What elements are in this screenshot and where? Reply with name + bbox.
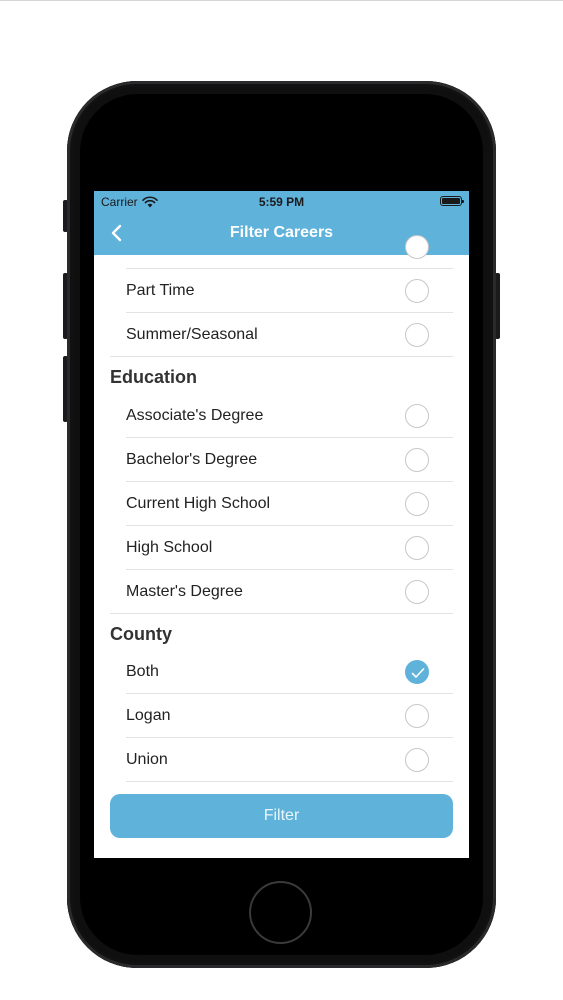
filter-button[interactable]: Filter [110,794,453,838]
app-screen: Carrier 5:59 PM Filter Careers Part Time… [94,191,469,858]
section-divider [110,356,453,357]
radio-button[interactable] [405,492,429,516]
section-divider [110,613,453,614]
list-item-clipped[interactable] [126,225,453,269]
option-masters-degree[interactable]: Master's Degree [126,570,453,614]
option-union[interactable]: Union [126,738,453,782]
radio-button[interactable] [405,448,429,472]
radio-button[interactable] [405,323,429,347]
option-label: Current High School [126,495,271,512]
section-header-county: County [110,624,172,644]
option-label: Summer/Seasonal [126,326,258,343]
radio-button[interactable] [405,279,429,303]
option-current-high-school[interactable]: Current High School [126,482,453,526]
status-bar: Carrier 5:59 PM [94,191,469,211]
option-label: Bachelor's Degree [126,451,258,468]
option-label: Both [126,663,159,680]
option-associates-degree[interactable]: Associate's Degree [126,394,453,438]
radio-button[interactable] [405,580,429,604]
radio-button[interactable] [405,404,429,428]
option-summer-seasonal[interactable]: Summer/Seasonal [126,313,453,357]
option-bachelors-degree[interactable]: Bachelor's Degree [126,438,453,482]
option-label: Logan [126,707,171,724]
option-logan[interactable]: Logan [126,694,453,738]
home-button[interactable] [249,881,312,944]
radio-button[interactable] [405,536,429,560]
option-label: Part Time [126,282,195,299]
option-label: Master's Degree [126,583,243,600]
radio-button-selected[interactable] [405,660,429,684]
radio-button[interactable] [405,235,429,259]
option-label: Associate's Degree [126,407,264,424]
option-part-time[interactable]: Part Time [126,269,453,313]
option-label: High School [126,539,213,556]
radio-button[interactable] [405,748,429,772]
option-both[interactable]: Both [126,650,453,694]
battery-icon [440,196,464,206]
radio-button[interactable] [405,704,429,728]
status-time: 5:59 PM [258,195,305,209]
checkmark-icon [411,668,425,678]
top-border [0,0,563,1]
option-label: Union [126,751,168,768]
section-header-education: Education [110,367,198,387]
option-high-school[interactable]: High School [126,526,453,570]
